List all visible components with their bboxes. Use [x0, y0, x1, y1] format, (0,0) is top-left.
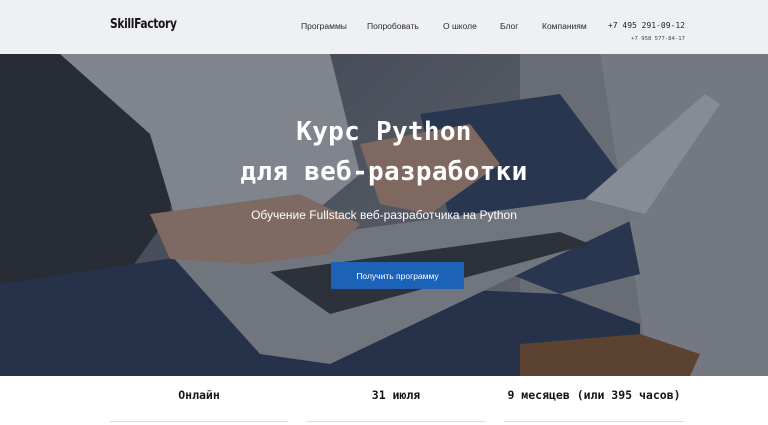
info-duration-text: 9 месяцев (или 395 часов) — [507, 388, 681, 402]
hero-subtitle: Обучение Fullstack веб-разработчика на P… — [251, 208, 517, 222]
divider — [504, 421, 684, 422]
divider — [110, 421, 288, 422]
info-format-text: Онлайн — [178, 388, 220, 402]
hero-title-line2: для веб-разработки — [240, 157, 528, 187]
info-format: Онлайн — [110, 386, 288, 422]
logo[interactable]: SkillFactory — [110, 17, 177, 32]
hero-section: Курс Python для веб-разработки Обучение … — [0, 54, 768, 376]
phone-alt[interactable]: +7 958 577-84-17 — [631, 36, 685, 42]
info-start-date: 31 июля — [307, 386, 485, 422]
nav-link-try[interactable]: Попробовать — [367, 21, 419, 31]
divider — [307, 421, 485, 422]
course-info-strip: Онлайн 31 июля 9 месяцев (или 395 часов) — [0, 376, 768, 425]
hero-title-line1: Курс Python — [296, 117, 472, 147]
site-header: SkillFactory Программы Попробовать О шко… — [0, 0, 768, 54]
nav-link-blog[interactable]: Блог — [500, 21, 518, 31]
nav-link-programs[interactable]: Программы — [301, 21, 347, 31]
nav-link-companies[interactable]: Компаниям — [542, 21, 587, 31]
phone-main[interactable]: +7 495 291-09-12 — [608, 21, 685, 30]
get-program-button[interactable]: Получить программу — [331, 262, 464, 289]
info-start-date-text: 31 июля — [371, 388, 421, 402]
nav-link-about[interactable]: О школе — [443, 21, 477, 31]
info-duration: 9 месяцев (или 395 часов) — [504, 386, 684, 422]
